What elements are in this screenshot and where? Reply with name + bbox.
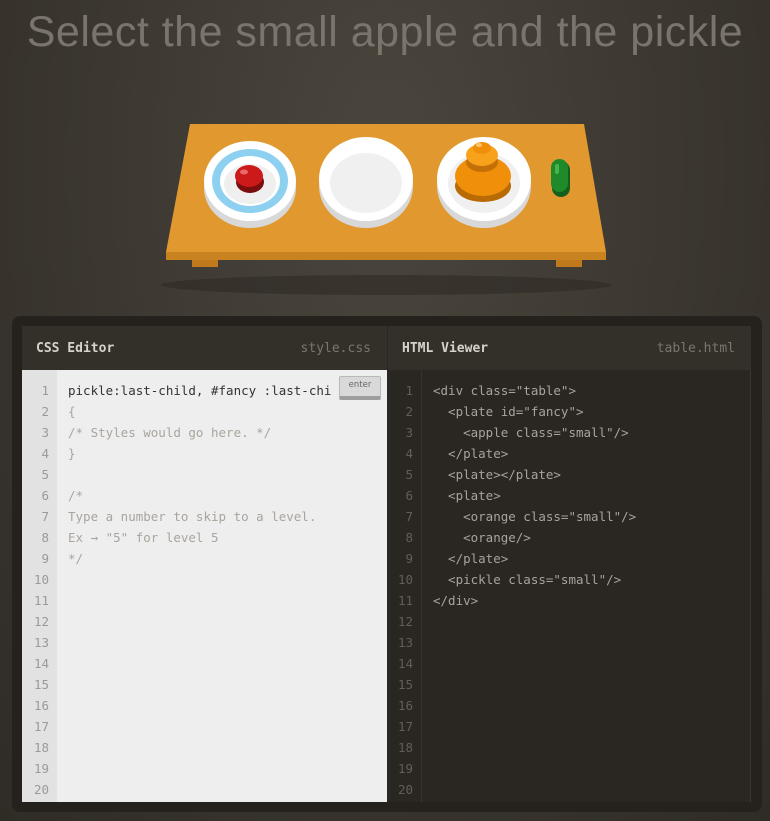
line-number: 14 bbox=[397, 656, 413, 671]
line-number: 16 bbox=[397, 698, 413, 713]
css-editor-title: CSS Editor bbox=[36, 340, 115, 356]
line-number: 17 bbox=[397, 719, 413, 734]
small-pickle[interactable] bbox=[551, 159, 570, 197]
line-number: 5 bbox=[41, 467, 49, 482]
line-number: 14 bbox=[33, 656, 49, 671]
line-number: 13 bbox=[397, 635, 413, 650]
css-code-line: */ bbox=[68, 551, 84, 566]
line-number: 6 bbox=[405, 488, 413, 503]
html-viewer-header: HTML Viewer table.html bbox=[387, 326, 751, 370]
line-number: 20 bbox=[33, 782, 49, 797]
css-editor-body: 1234567891011121314151617181920 {/* Styl… bbox=[22, 370, 387, 802]
line-number: 6 bbox=[41, 488, 49, 503]
editor-panel: CSS Editor style.css HTML Viewer table.h… bbox=[12, 316, 762, 812]
html-code-line: </div> bbox=[433, 593, 479, 608]
html-code-line: </plate> bbox=[433, 446, 509, 461]
line-number: 10 bbox=[397, 572, 413, 587]
line-number: 9 bbox=[405, 551, 413, 566]
line-number: 13 bbox=[33, 635, 49, 650]
line-number: 16 bbox=[33, 698, 49, 713]
html-code-line: <pickle class="small"/> bbox=[433, 572, 622, 587]
line-number: 15 bbox=[397, 677, 413, 692]
line-number: 8 bbox=[41, 530, 49, 545]
line-number: 18 bbox=[397, 740, 413, 755]
line-number: 3 bbox=[405, 425, 413, 440]
html-code-line: <orange/> bbox=[433, 530, 531, 545]
css-line-numbers: 1 2 3 4 5 6 7 8 9 10 11 12 13 14 15 16 17 18 19 20 bbox=[22, 370, 57, 802]
html-code-line: <apple class="small"/> bbox=[433, 425, 629, 440]
line-number: 11 bbox=[33, 593, 49, 608]
html-code-line: <div class="table"> bbox=[433, 383, 576, 398]
line-number: 4 bbox=[405, 446, 413, 461]
html-markup-code: <div class="table"> <plate id="fancy"> <… bbox=[433, 370, 636, 611]
html-code-line: <plate id="fancy"> bbox=[433, 404, 584, 419]
css-code-line: Type a number to skip to a level. bbox=[68, 509, 317, 524]
line-number: 11 bbox=[397, 593, 413, 608]
html-code-line: <plate></plate> bbox=[433, 467, 561, 482]
line-number: 2 bbox=[405, 404, 413, 419]
game-table-scene bbox=[161, 124, 611, 295]
line-number: 3 bbox=[41, 425, 49, 440]
line-number: 17 bbox=[33, 719, 49, 734]
line-number: 7 bbox=[41, 509, 49, 524]
css-code-line: /* bbox=[68, 488, 84, 503]
html-viewer-body: 1 2 3 4 5 6 7 8 9 10 11 12 13 14 15 16 17 18 19 20 <div cla… bbox=[387, 370, 751, 802]
css-code-line: /* Styles would go here. */ bbox=[68, 425, 272, 440]
css-selector-input[interactable] bbox=[68, 380, 334, 401]
line-number: 9 bbox=[41, 551, 49, 566]
line-number: 15 bbox=[33, 677, 49, 692]
empty-plate[interactable] bbox=[319, 137, 413, 228]
line-number: 18 bbox=[33, 740, 49, 755]
css-code-line bbox=[68, 464, 316, 485]
line-number: 10 bbox=[33, 572, 49, 587]
css-code-line: { bbox=[68, 404, 76, 419]
enter-button[interactable]: enter bbox=[339, 376, 381, 400]
line-number: 7 bbox=[405, 509, 413, 524]
line-number: 1 bbox=[41, 383, 49, 398]
html-line-numbers: 1 2 3 4 5 6 7 8 9 10 11 12 13 14 15 16 17 18 19 20 bbox=[387, 370, 422, 802]
line-number: 4 bbox=[41, 446, 49, 461]
css-editor-filename: style.css bbox=[300, 340, 371, 356]
line-number: 20 bbox=[397, 782, 413, 797]
css-code-line: Ex → "5" for level 5 bbox=[68, 530, 219, 545]
css-static-code: { /* Styles would go here. */} /* Type a n… bbox=[68, 401, 316, 569]
html-code-line: </plate> bbox=[433, 551, 509, 566]
css-code-line: } bbox=[68, 446, 76, 461]
line-number: 19 bbox=[33, 761, 49, 776]
table-edge bbox=[166, 252, 606, 260]
line-number: 1 bbox=[405, 383, 413, 398]
game-table-area bbox=[0, 0, 770, 310]
line-number: 2 bbox=[41, 404, 49, 419]
line-number: 5 bbox=[405, 467, 413, 482]
line-number: 8 bbox=[405, 530, 413, 545]
html-viewer-filename: table.html bbox=[656, 340, 735, 356]
line-number: 12 bbox=[33, 614, 49, 629]
html-code-line: <plate> bbox=[433, 488, 501, 503]
css-editor-header: CSS Editor style.css bbox=[22, 326, 387, 370]
small-apple[interactable] bbox=[235, 165, 264, 193]
html-viewer-title: HTML Viewer bbox=[402, 340, 489, 356]
line-number: 12 bbox=[397, 614, 413, 629]
html-code-line: <orange class="small"/> bbox=[433, 509, 637, 524]
line-number: 19 bbox=[397, 761, 413, 776]
